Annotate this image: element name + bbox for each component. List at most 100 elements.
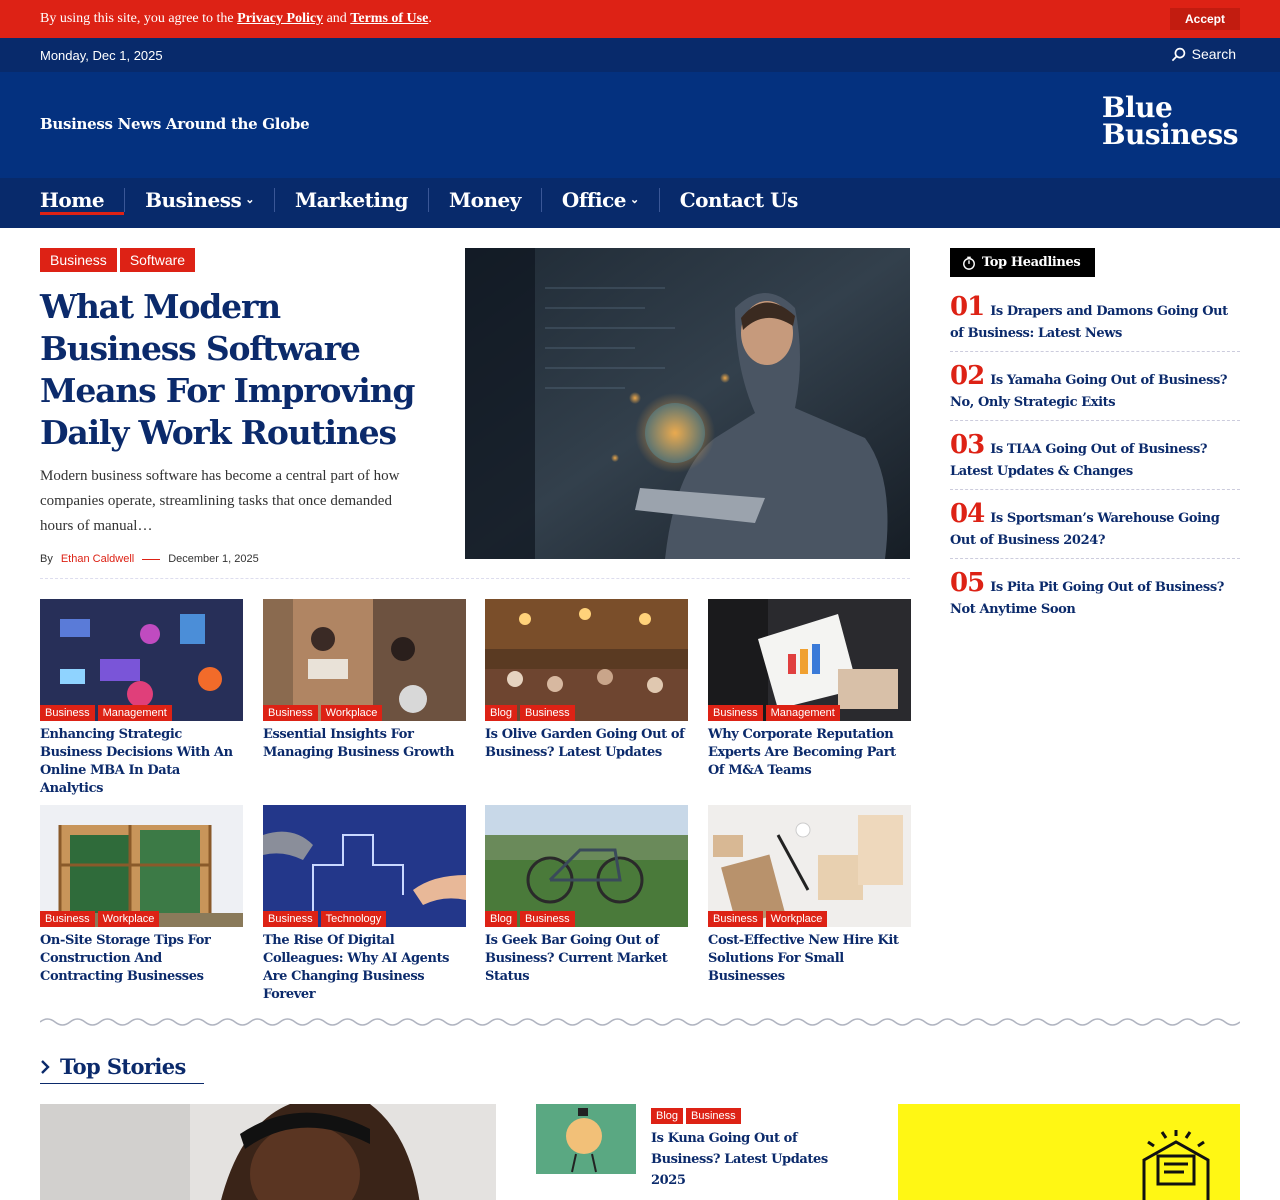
- search-label: Search: [1191, 46, 1236, 62]
- site-tagline: Business News Around the Globe: [40, 115, 310, 133]
- top-stories-label: Top Stories: [60, 1054, 186, 1079]
- card-title[interactable]: On-Site Storage Tips For Construction An…: [40, 932, 243, 986]
- card-tags: Business Workplace: [40, 907, 162, 927]
- nav-contact-us[interactable]: Contact Us: [658, 188, 818, 212]
- site-logo[interactable]: Blue Business: [1101, 94, 1239, 151]
- search-button[interactable]: Search: [1171, 46, 1236, 62]
- top-bar: Monday, Dec 1, 2025 Search: [0, 38, 1280, 72]
- top-story-small-tags: Blog Business: [651, 1104, 744, 1124]
- card-title[interactable]: Enhancing Strategic Business Decisions W…: [40, 726, 243, 798]
- card-tags: Business Workplace: [708, 907, 830, 927]
- nav-marketing[interactable]: Marketing: [273, 188, 428, 212]
- headline-title[interactable]: Is Yamaha Going Out of Business? No, Onl…: [950, 373, 1228, 410]
- hero-image[interactable]: [465, 248, 910, 559]
- article-card[interactable]: Business Workplace Essential Insights For…: [263, 599, 466, 762]
- search-icon: [1171, 47, 1185, 61]
- card-tag[interactable]: Business: [40, 911, 95, 927]
- chevron-down-icon: ⌄: [245, 193, 254, 206]
- headline-item[interactable]: 04 Is Sportsman’s Warehouse Going Out of …: [950, 501, 1240, 559]
- card-tag[interactable]: Business: [708, 705, 763, 721]
- article-card[interactable]: Blog Business Is Geek Bar Going Out of Bu…: [485, 805, 688, 986]
- headline-item[interactable]: 05 Is Pita Pit Going Out of Business? Not…: [950, 570, 1240, 627]
- author-link[interactable]: Ethan Caldwell: [61, 553, 134, 565]
- headline-number: 03: [950, 430, 985, 460]
- card-tag[interactable]: Management: [97, 705, 172, 721]
- card-tag[interactable]: Business: [686, 1108, 741, 1124]
- privacy-policy-link[interactable]: Privacy Policy: [237, 11, 323, 26]
- article-thumbnail[interactable]: Business Workplace: [40, 805, 243, 927]
- card-tag[interactable]: Blog: [485, 911, 518, 927]
- headline-title[interactable]: Is Pita Pit Going Out of Business? Not A…: [950, 580, 1224, 617]
- chevron-down-icon: ⌄: [630, 193, 639, 206]
- card-tag[interactable]: Workplace: [97, 911, 160, 927]
- tag-business[interactable]: Business: [40, 248, 117, 272]
- current-date: Monday, Dec 1, 2025: [40, 48, 163, 63]
- logo-line-2: Business: [1101, 118, 1239, 151]
- headline-item[interactable]: 03 Is TIAA Going Out of Business? Latest …: [950, 432, 1240, 490]
- nav-business[interactable]: Business ⌄: [124, 188, 274, 212]
- article-card[interactable]: Business Technology The Rise Of Digital C…: [263, 805, 466, 1004]
- article-card[interactable]: Business Management Why Corporate Reputat…: [708, 599, 911, 780]
- section-divider: [40, 578, 910, 579]
- card-title[interactable]: Cost-Effective New Hire Kit Solutions Fo…: [708, 932, 911, 986]
- top-headlines-heading: Top Headlines: [950, 248, 1095, 277]
- article-card[interactable]: Blog Business Is Olive Garden Going Out o…: [485, 599, 688, 762]
- card-tag[interactable]: Workplace: [765, 911, 828, 927]
- headline-number: 02: [950, 361, 985, 391]
- card-tag[interactable]: Business: [520, 705, 575, 721]
- headline-item[interactable]: 02 Is Yamaha Going Out of Business? No, O…: [950, 363, 1240, 421]
- card-tag[interactable]: Technology: [320, 911, 387, 927]
- newsletter-ad[interactable]: [898, 1104, 1240, 1200]
- nav-office[interactable]: Office ⌄: [540, 188, 659, 212]
- cookie-and: and: [323, 11, 351, 26]
- article-thumbnail[interactable]: Business Management: [708, 599, 911, 721]
- accept-button[interactable]: Accept: [1170, 8, 1240, 30]
- headline-item[interactable]: 01 Is Drapers and Damons Going Out of Bus…: [950, 294, 1240, 352]
- wave-divider: [40, 1018, 1240, 1026]
- card-title[interactable]: Essential Insights For Managing Business…: [263, 726, 466, 762]
- article-card[interactable]: Business Workplace Cost-Effective New Hir…: [708, 805, 911, 986]
- post-date: December 1, 2025: [168, 553, 259, 565]
- card-tag[interactable]: Business: [263, 911, 318, 927]
- card-title[interactable]: Why Corporate Reputation Experts Are Bec…: [708, 726, 911, 780]
- headline-title[interactable]: Is Drapers and Damons Going Out of Busin…: [950, 304, 1228, 341]
- masthead: Business News Around the Globe Blue Busi…: [0, 72, 1280, 178]
- headline-number: 04: [950, 499, 985, 529]
- card-title[interactable]: Is Geek Bar Going Out of Business? Curre…: [485, 932, 688, 986]
- card-tag[interactable]: Business: [263, 705, 318, 721]
- hero-title[interactable]: What Modern Business Software Means For …: [40, 286, 440, 454]
- hero-meta: By Ethan Caldwell December 1, 2025: [40, 553, 259, 565]
- article-thumbnail[interactable]: Business Management: [40, 599, 243, 721]
- card-tag[interactable]: Blog: [485, 705, 518, 721]
- card-tag[interactable]: Blog: [651, 1108, 684, 1124]
- headline-title[interactable]: Is TIAA Going Out of Business? Latest Up…: [950, 442, 1208, 479]
- card-tag[interactable]: Business: [40, 705, 95, 721]
- nav-money[interactable]: Money: [428, 188, 541, 212]
- article-card[interactable]: Business Management Enhancing Strategic B…: [40, 599, 243, 798]
- card-title[interactable]: Is Olive Garden Going Out of Business? L…: [485, 726, 688, 762]
- article-thumbnail[interactable]: Blog Business: [485, 805, 688, 927]
- nav-home[interactable]: Home: [40, 188, 125, 215]
- card-title[interactable]: The Rise Of Digital Colleagues: Why AI A…: [263, 932, 466, 1004]
- card-tag[interactable]: Management: [765, 705, 840, 721]
- article-card[interactable]: Business Workplace On-Site Storage Tips F…: [40, 805, 243, 986]
- top-story-image[interactable]: [40, 1104, 496, 1200]
- article-thumbnail[interactable]: Blog Business: [485, 599, 688, 721]
- meta-divider: [142, 558, 161, 560]
- terms-of-use-link[interactable]: Terms of Use: [350, 11, 428, 26]
- mail-icon: [1142, 1130, 1210, 1200]
- article-thumbnail[interactable]: Business Workplace: [263, 599, 466, 721]
- card-tag[interactable]: Business: [708, 911, 763, 927]
- top-story-small-title[interactable]: Is Kuna Going Out of Business? Latest Up…: [651, 1128, 831, 1191]
- article-thumbnail[interactable]: Business Workplace: [708, 805, 911, 927]
- headline-title[interactable]: Is Sportsman’s Warehouse Going Out of Bu…: [950, 511, 1220, 548]
- cookie-suffix: .: [428, 11, 432, 26]
- cookie-message: By using this site, you agree to the Pri…: [40, 11, 432, 27]
- card-tag[interactable]: Business: [520, 911, 575, 927]
- card-tag[interactable]: Workplace: [320, 705, 383, 721]
- article-thumbnail[interactable]: Business Technology: [263, 805, 466, 927]
- top-story-small-image[interactable]: [536, 1104, 636, 1174]
- hero-tags: Business Software: [40, 248, 198, 272]
- tag-software[interactable]: Software: [119, 248, 196, 272]
- nav-home-label: Home: [40, 188, 105, 212]
